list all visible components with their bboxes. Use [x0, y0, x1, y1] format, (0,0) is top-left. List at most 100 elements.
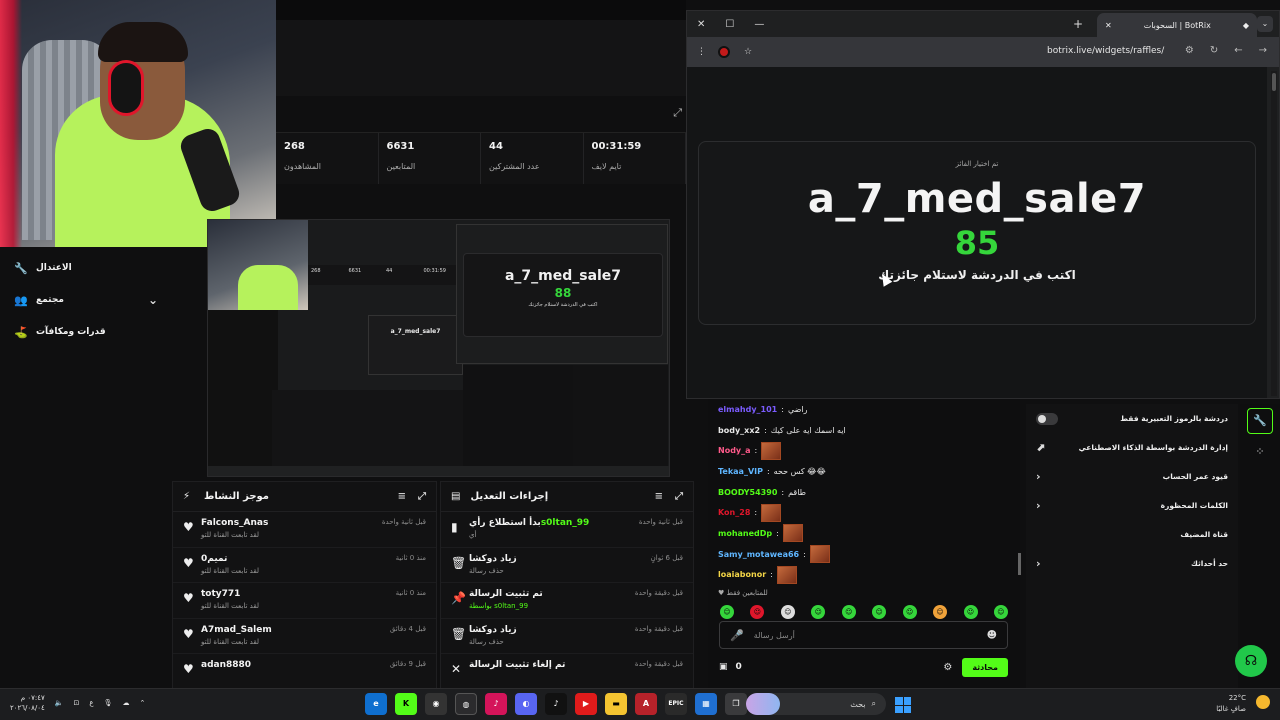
mod-action-sub: حذف رسالة	[469, 637, 504, 646]
winner-chosen-label: تم اختيار الفائز	[955, 160, 999, 168]
tab-bar: ✕ ☐ — + ✕ السحوبات | BotRix ◆ ⌄	[687, 11, 1279, 37]
youtube-icon[interactable]: ▶	[575, 693, 597, 715]
browser-tab[interactable]: ✕ السحوبات | BotRix ◆	[1097, 13, 1257, 37]
mic-icon[interactable]: 🎤	[730, 629, 744, 642]
emote-button[interactable]: ☺	[902, 605, 917, 620]
chat-user[interactable]: mohanedDp	[718, 529, 772, 538]
tiktok-icon[interactable]: ♪	[545, 693, 567, 715]
back-icon[interactable]: ←	[1234, 45, 1242, 56]
nav-rewards[interactable]: ⛳ قدرات ومكافآت	[0, 316, 172, 348]
tab-search-icon[interactable]: ⌄	[1257, 16, 1273, 32]
emote-button[interactable]: ☺	[841, 605, 856, 620]
network-icon[interactable]: ⊡	[74, 699, 80, 707]
new-tab-icon[interactable]: +	[1073, 17, 1083, 31]
menu-icon[interactable]: ⋮	[697, 47, 706, 57]
mic-tray-icon[interactable]: 🎙	[104, 699, 113, 707]
expand-icon[interactable]: ⤢	[418, 491, 426, 502]
users-icon[interactable]: ⁘	[1247, 440, 1273, 466]
emote-button[interactable]: ☺	[933, 605, 948, 620]
epic-games-icon[interactable]: EPIC	[665, 693, 687, 715]
tiktok-studio-icon[interactable]: ♪	[485, 693, 507, 715]
chat-user[interactable]: Tekaa_VIP	[718, 467, 763, 476]
minimize-icon[interactable]: —	[754, 19, 764, 30]
weather-widget[interactable]: 22°C صافٍ غالبًا	[1216, 693, 1246, 715]
activity-user[interactable]: 0تميم	[201, 554, 259, 564]
discord-icon[interactable]: ◐	[515, 693, 537, 715]
setting-account-age[interactable]: › قيود عمر الحساب	[1026, 462, 1238, 491]
chat-user[interactable]: Nody_a	[718, 446, 751, 455]
chrome-icon[interactable]: ◍	[455, 693, 477, 715]
clock[interactable]: ٠٧:٤٧ م ٢٠٢٦/٠٨/٠٤	[10, 693, 45, 713]
tray-chevron-icon[interactable]: ⌃	[139, 699, 145, 707]
chat-user[interactable]: body_xx2	[718, 426, 760, 435]
chat-user[interactable]: elmahdy_101	[718, 405, 777, 414]
chevron-down-icon[interactable]: ⌄	[148, 293, 158, 307]
setting-host[interactable]: قناة المضيف	[1026, 520, 1238, 549]
language-indicator[interactable]: ع	[89, 699, 93, 707]
expand-icon[interactable]: ⤢	[673, 106, 682, 120]
reload-icon[interactable]: ↻	[1210, 45, 1218, 56]
address-bar[interactable]: botrix.live/widgets/raffles/	[1047, 46, 1164, 56]
emote	[761, 441, 782, 460]
support-icon[interactable]: ☊	[1235, 645, 1267, 677]
emote-button[interactable]: ☺	[720, 605, 734, 620]
emote-button[interactable]: ☺	[993, 605, 1008, 620]
activity-user[interactable]: Falcons_Anas	[201, 518, 268, 528]
forward-icon[interactable]: →	[1259, 45, 1267, 56]
setting-emote-only[interactable]: دردشة بالرموز التعبيرية فقط	[1026, 404, 1238, 433]
emote-button[interactable]: ☺	[811, 605, 826, 620]
emote-button[interactable]: ☺	[872, 605, 887, 620]
kick-icon[interactable]: K	[395, 693, 417, 715]
task-view-icon[interactable]: ❐	[725, 693, 747, 715]
setting-ai-chat[interactable]: ⬈ إدارة الدردشة بواسطة الذكاء الاصطناعي	[1026, 433, 1238, 462]
chat-scrollbar[interactable]	[1018, 553, 1021, 575]
edge-icon[interactable]: e	[365, 693, 387, 715]
bookmark-star-icon[interactable]: ☆	[744, 47, 752, 57]
chat-user[interactable]: Samy_motawea66	[718, 550, 799, 559]
send-chat-button[interactable]: محادثة	[962, 657, 1008, 677]
expand-icon[interactable]: ⤢	[675, 491, 683, 502]
setting-limits[interactable]: › حد أحداثك	[1026, 549, 1238, 578]
chat-user[interactable]: BOODY54390	[718, 488, 777, 497]
close-window-icon[interactable]: ✕	[697, 19, 705, 30]
store-icon[interactable]: ▦	[695, 693, 717, 715]
filter-icon[interactable]: ≡	[398, 491, 406, 502]
nav-community[interactable]: 👥 مجتمع ⌄	[0, 284, 172, 316]
chat-input[interactable]: 🎤 أرسل رسالة ☻	[719, 621, 1008, 649]
nav-moderation[interactable]: 🔧 الاعتدال	[0, 252, 172, 284]
close-tab-icon[interactable]: ✕	[1105, 21, 1112, 30]
windows-start-icon[interactable]	[895, 697, 911, 713]
stat-label: عدد المشتركين	[489, 162, 540, 171]
wrench-icon[interactable]: 🔧	[1247, 408, 1273, 434]
emote-button[interactable]: ☺	[780, 605, 795, 620]
adobe-icon[interactable]: A	[635, 693, 657, 715]
scrollbar[interactable]	[1271, 71, 1277, 396]
emote-button[interactable]: ☺	[963, 605, 978, 620]
filter-icon[interactable]: ≡	[655, 491, 663, 502]
activity-user[interactable]: A7mad_Salem	[201, 625, 272, 635]
obs-icon[interactable]: ◉	[425, 693, 447, 715]
speaker-icon[interactable]: 🔈	[55, 699, 64, 707]
users-icon: 👥	[14, 293, 28, 307]
extension-icon[interactable]	[718, 46, 730, 58]
taskbar-search[interactable]: بحث ⌕	[746, 693, 886, 715]
chat-user[interactable]: loaiabonor	[718, 570, 766, 579]
preview-taskbar	[208, 466, 669, 476]
maximize-icon[interactable]: ☐	[725, 19, 734, 30]
stream-preview[interactable]: 268 6631 44 00:31:59 a_7_med_sale7 a_7_m…	[207, 219, 670, 477]
heart-icon: ♥	[183, 626, 194, 641]
chat-user[interactable]: Kon_28	[718, 508, 750, 517]
emote	[761, 503, 782, 522]
setting-banned-words[interactable]: › الكلمات المحظورة	[1026, 491, 1238, 520]
emote-only-toggle[interactable]	[1036, 412, 1058, 425]
emoji-icon[interactable]: ☻	[987, 630, 997, 641]
gear-icon[interactable]: ⚙	[943, 662, 952, 673]
chat-message: Nody_a:	[718, 440, 1010, 461]
cloud-icon[interactable]: ☁	[122, 699, 129, 707]
activity-user[interactable]: adan8880	[201, 660, 251, 670]
site-settings-icon[interactable]: ⚙	[1185, 45, 1194, 56]
emote-button[interactable]: ☺	[750, 605, 765, 620]
folder-icon[interactable]: ▬	[605, 693, 627, 715]
activity-user[interactable]: toty771	[201, 589, 259, 599]
mod-action-user[interactable]: s0ltan_99	[541, 518, 590, 528]
